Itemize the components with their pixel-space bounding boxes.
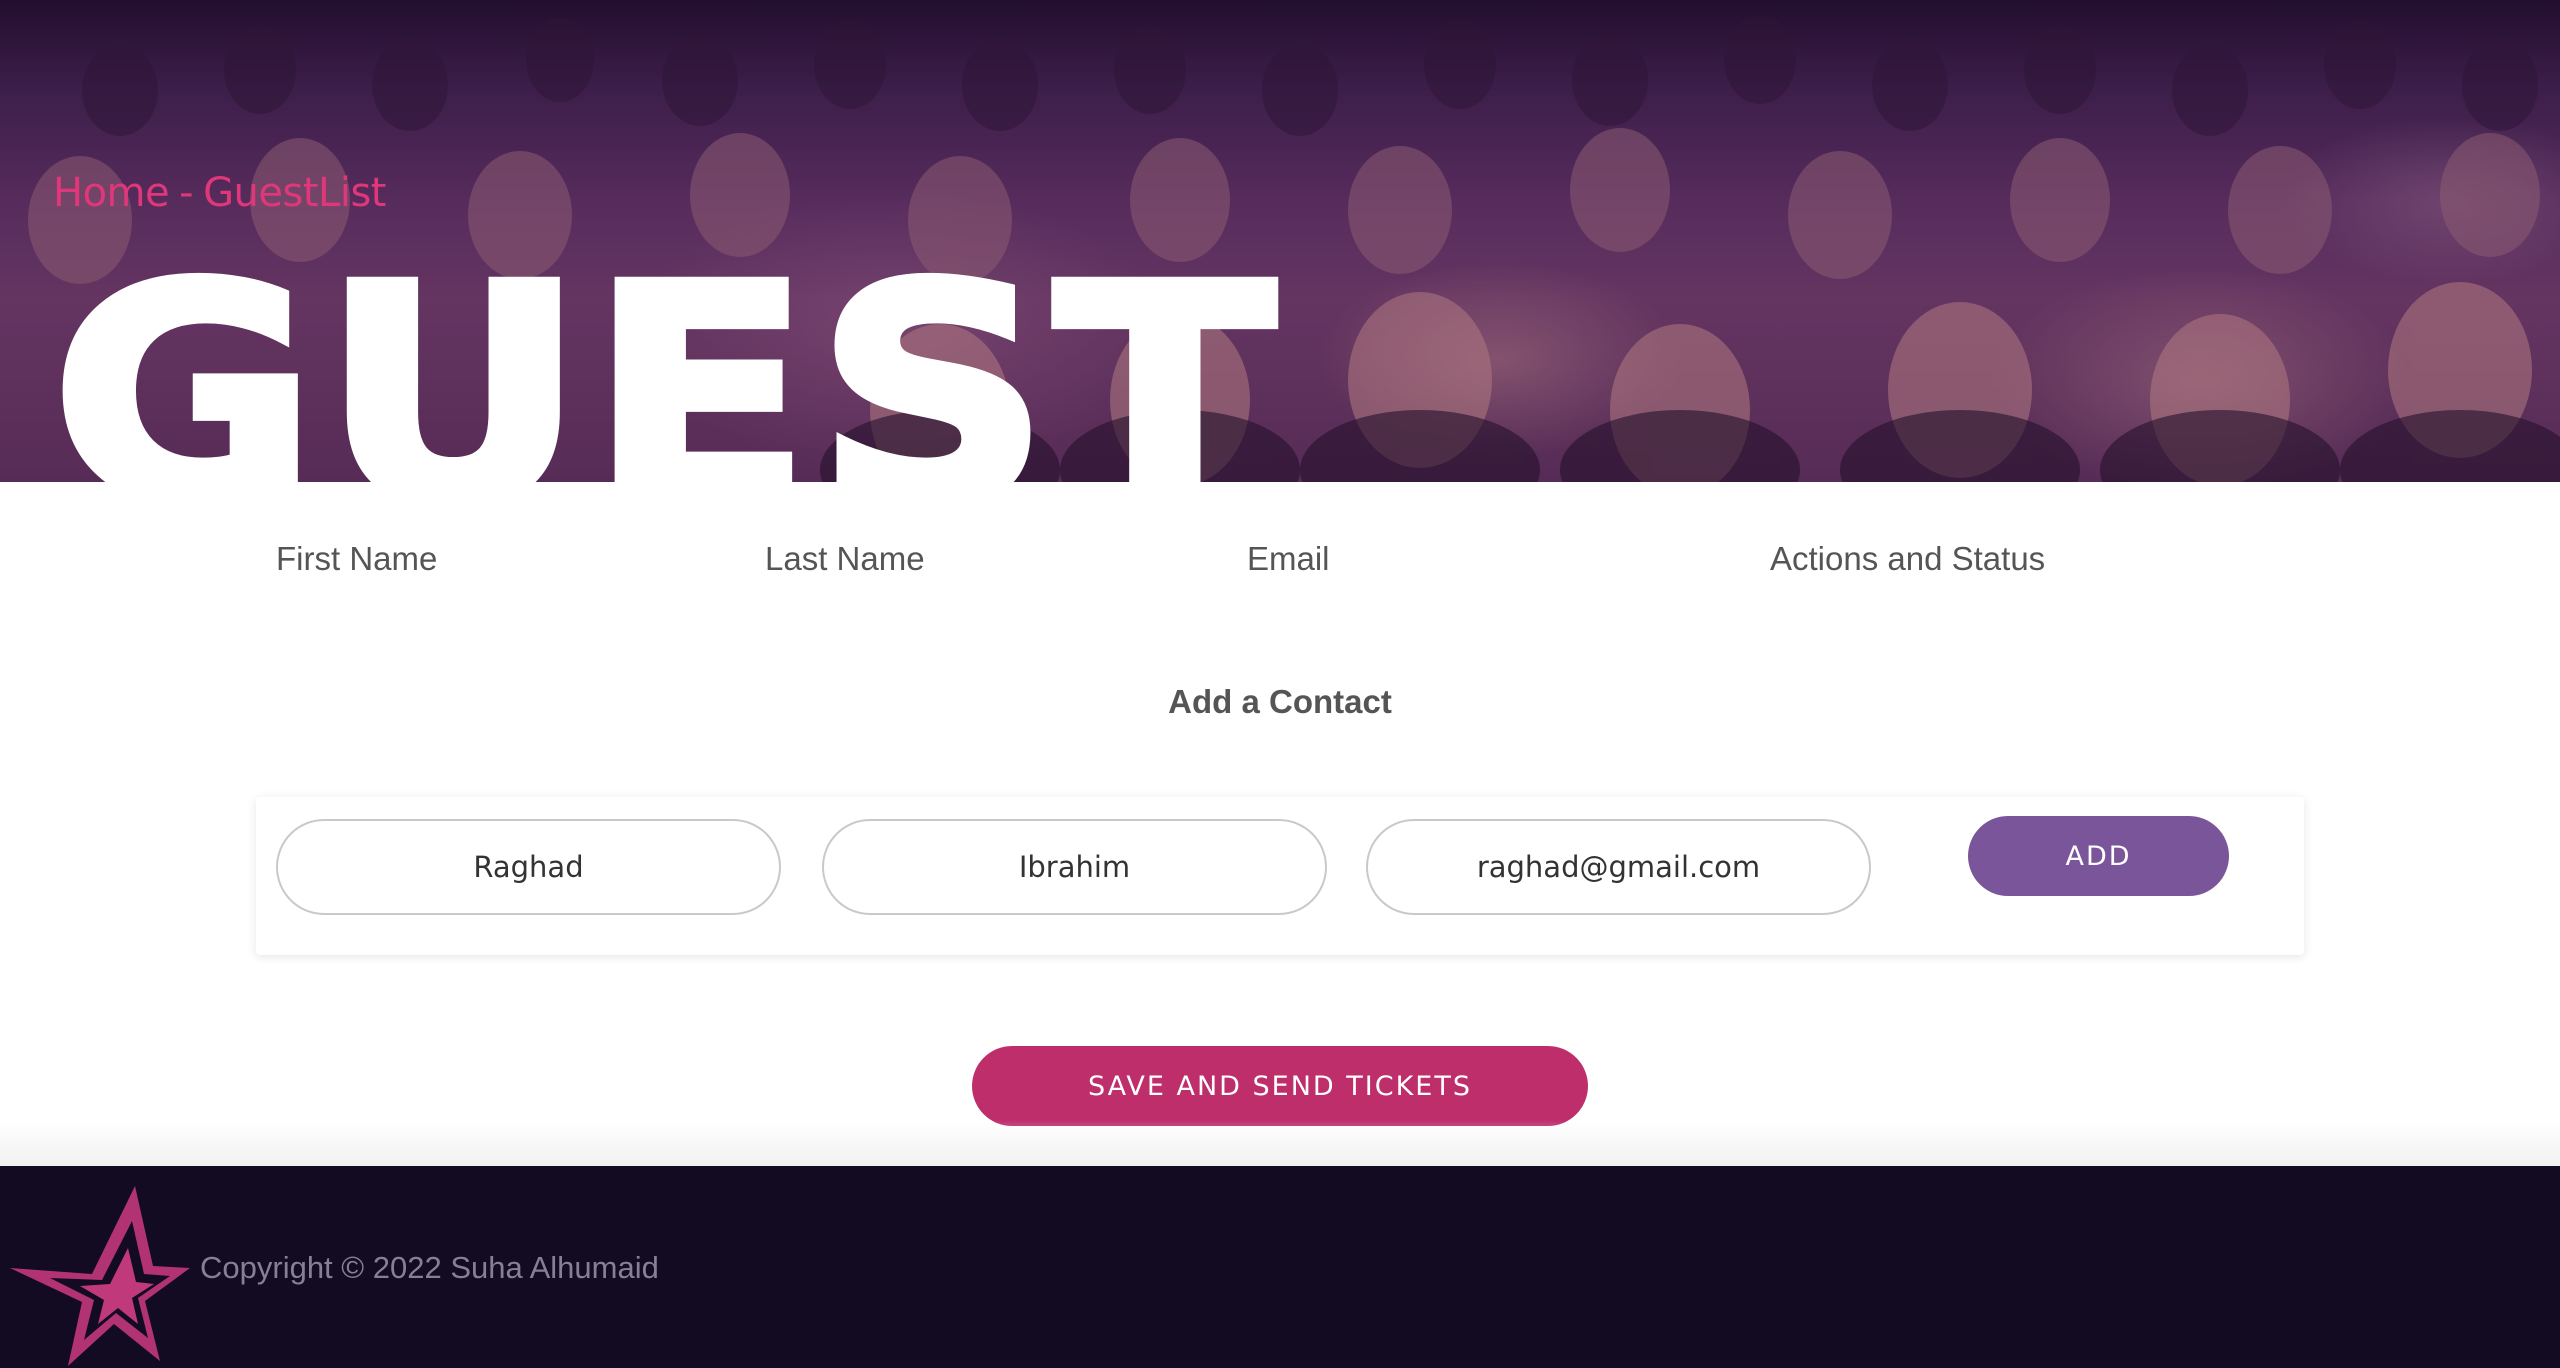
hero-banner: Home - GuestList GUEST [0,0,2560,482]
guest-table-header: First Name Last Name Email Actions and S… [0,540,2560,586]
column-header-email: Email [1247,540,1330,577]
email-input[interactable] [1366,819,1871,915]
star-logo-icon [10,1186,190,1366]
column-header-first-name: First Name [276,540,438,577]
first-name-input[interactable] [276,819,781,915]
add-button[interactable]: ADD [1968,816,2229,896]
copyright-text: Copyright © 2022 Suha Alhumaid [200,1250,659,1285]
breadcrumb: Home - GuestList [53,170,386,216]
last-name-input[interactable] [822,819,1327,915]
breadcrumb-separator: - [179,170,194,216]
breadcrumb-current: GuestList [203,170,386,216]
breadcrumb-home-link[interactable]: Home [53,170,170,216]
content-bottom-fade [0,1120,2560,1166]
page-title: GUEST [47,223,1282,483]
add-contact-form: ADD [256,797,2304,955]
column-header-actions: Actions and Status [1770,540,2046,577]
save-and-send-tickets-button[interactable]: SAVE AND SEND TICKETS [972,1046,1588,1126]
column-header-last-name: Last Name [765,540,925,577]
footer: Copyright © 2022 Suha Alhumaid [0,1166,2560,1368]
add-contact-title: Add a Contact [1168,683,1392,720]
